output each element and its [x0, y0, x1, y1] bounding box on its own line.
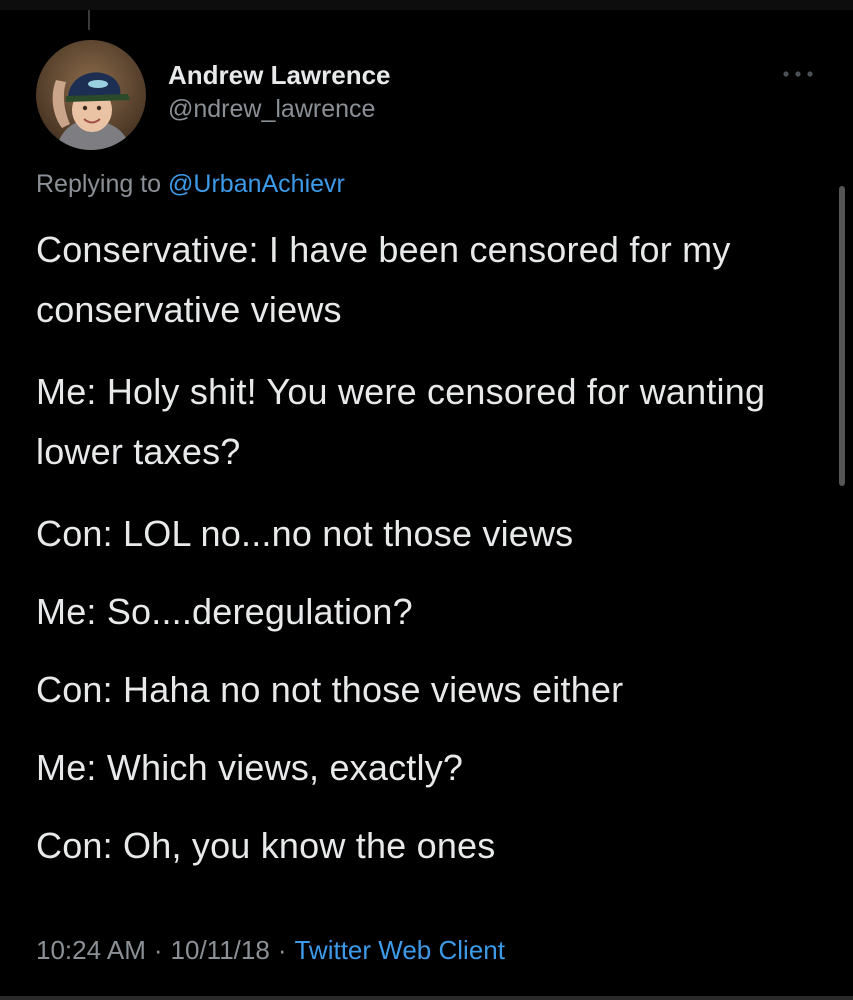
- top-bar: [0, 0, 853, 10]
- bottom-divider: [0, 996, 853, 1000]
- reply-mention-link[interactable]: @UrbanAchievr: [168, 170, 345, 198]
- replying-to: Replying to @UrbanAchievr: [36, 166, 345, 202]
- tweet-line: Conservative: I have been censored for m…: [36, 229, 731, 330]
- avatar[interactable]: [36, 40, 146, 150]
- tweet-line: Me: Holy shit! You were censored for wan…: [36, 371, 766, 472]
- tweet-line: Me: So....deregulation?: [36, 591, 413, 632]
- author-handle[interactable]: @ndrew_lawrence: [168, 92, 391, 126]
- author-display-name[interactable]: Andrew Lawrence: [168, 58, 391, 92]
- tweet-time[interactable]: 10:24 AM: [36, 935, 146, 965]
- author-block[interactable]: Andrew Lawrence @ndrew_lawrence: [168, 58, 391, 126]
- meta-separator: ·: [277, 935, 287, 965]
- meta-separator: ·: [153, 935, 163, 965]
- thread-connector-line: [88, 10, 90, 30]
- profile-photo-icon: [36, 40, 146, 150]
- tweet-line: Con: Haha no not those views either: [36, 669, 624, 710]
- tweet-date[interactable]: 10/11/18: [171, 935, 270, 965]
- scrollbar[interactable]: [839, 186, 845, 486]
- tweet-client-link[interactable]: Twitter Web Client: [294, 935, 504, 965]
- more-horizontal-icon[interactable]: [778, 62, 818, 86]
- tweet-metadata: 10:24 AM · 10/11/18 · Twitter Web Client: [36, 930, 505, 970]
- tweet-line: Me: Which views, exactly?: [36, 747, 464, 788]
- tweet-text: Conservative: I have been censored for m…: [36, 220, 826, 894]
- replying-to-label: Replying to: [36, 170, 162, 198]
- tweet-line: Con: LOL no...no not those views: [36, 513, 574, 554]
- tweet-line: Con: Oh, you know the ones: [36, 825, 496, 866]
